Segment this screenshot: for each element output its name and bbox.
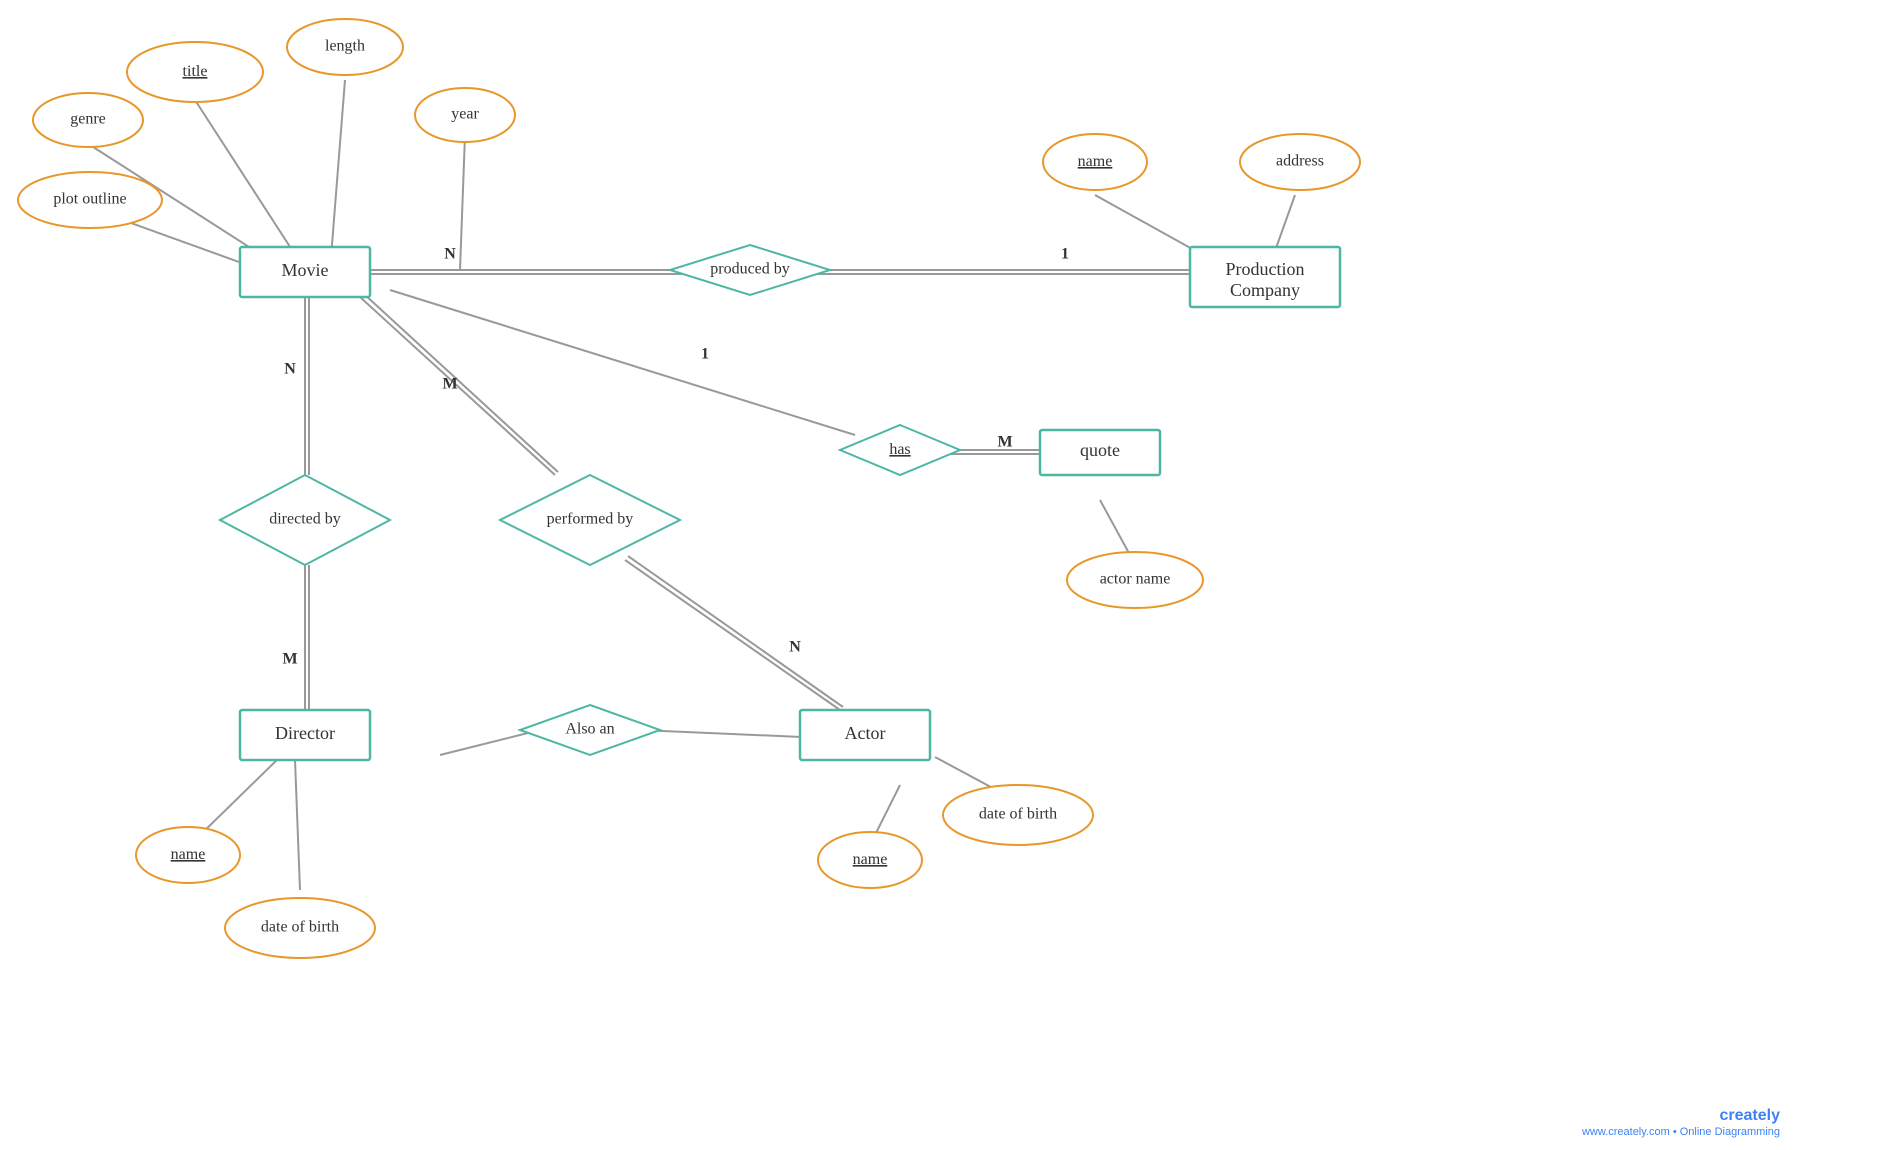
length-text: length	[325, 38, 365, 55]
year-text: year	[451, 106, 479, 123]
cardinality-1-movie-has: 1	[701, 346, 709, 363]
directed-by-label: directed by	[269, 511, 341, 528]
cardinality-1-prod-comp: 1	[1061, 246, 1069, 263]
prod-address-text: address	[1276, 153, 1324, 170]
cardinality-n-movie-dir: N	[284, 361, 296, 378]
cardinality-m-movie-perf: M	[442, 376, 457, 393]
production-company-label2: Company	[1230, 280, 1300, 300]
production-company-label: Production	[1226, 259, 1305, 279]
produced-by-label: produced by	[710, 261, 790, 278]
actor-label: Actor	[845, 723, 886, 743]
creately-url: www.creately.com • Online Diagramming	[1581, 1126, 1780, 1138]
actor-name-quote-text: actor name	[1100, 571, 1171, 588]
prod-name-text: name	[1078, 153, 1113, 170]
movie-label: Movie	[282, 260, 329, 280]
creately-brand: creately	[1720, 1107, 1781, 1124]
cardinality-m-has-quote: M	[997, 434, 1012, 451]
cardinality-n-perf-actor: N	[789, 639, 801, 656]
director-label: Director	[275, 723, 335, 743]
cardinality-n-movie-prod: N	[444, 246, 456, 263]
quote-label: quote	[1080, 440, 1120, 460]
director-name-text: name	[171, 846, 206, 863]
actor-name-text: name	[853, 851, 888, 868]
cardinality-m-dir-movie: M	[282, 651, 297, 668]
director-dob-text: date of birth	[261, 919, 339, 936]
title-text: title	[183, 63, 208, 80]
genre-text: genre	[70, 111, 106, 128]
also-an-label: Also an	[565, 721, 614, 738]
performed-by-label: performed by	[547, 511, 634, 528]
has-label: has	[889, 441, 910, 458]
plot-outline-text: plot outline	[53, 191, 126, 208]
actor-dob-text: date of birth	[979, 806, 1057, 823]
